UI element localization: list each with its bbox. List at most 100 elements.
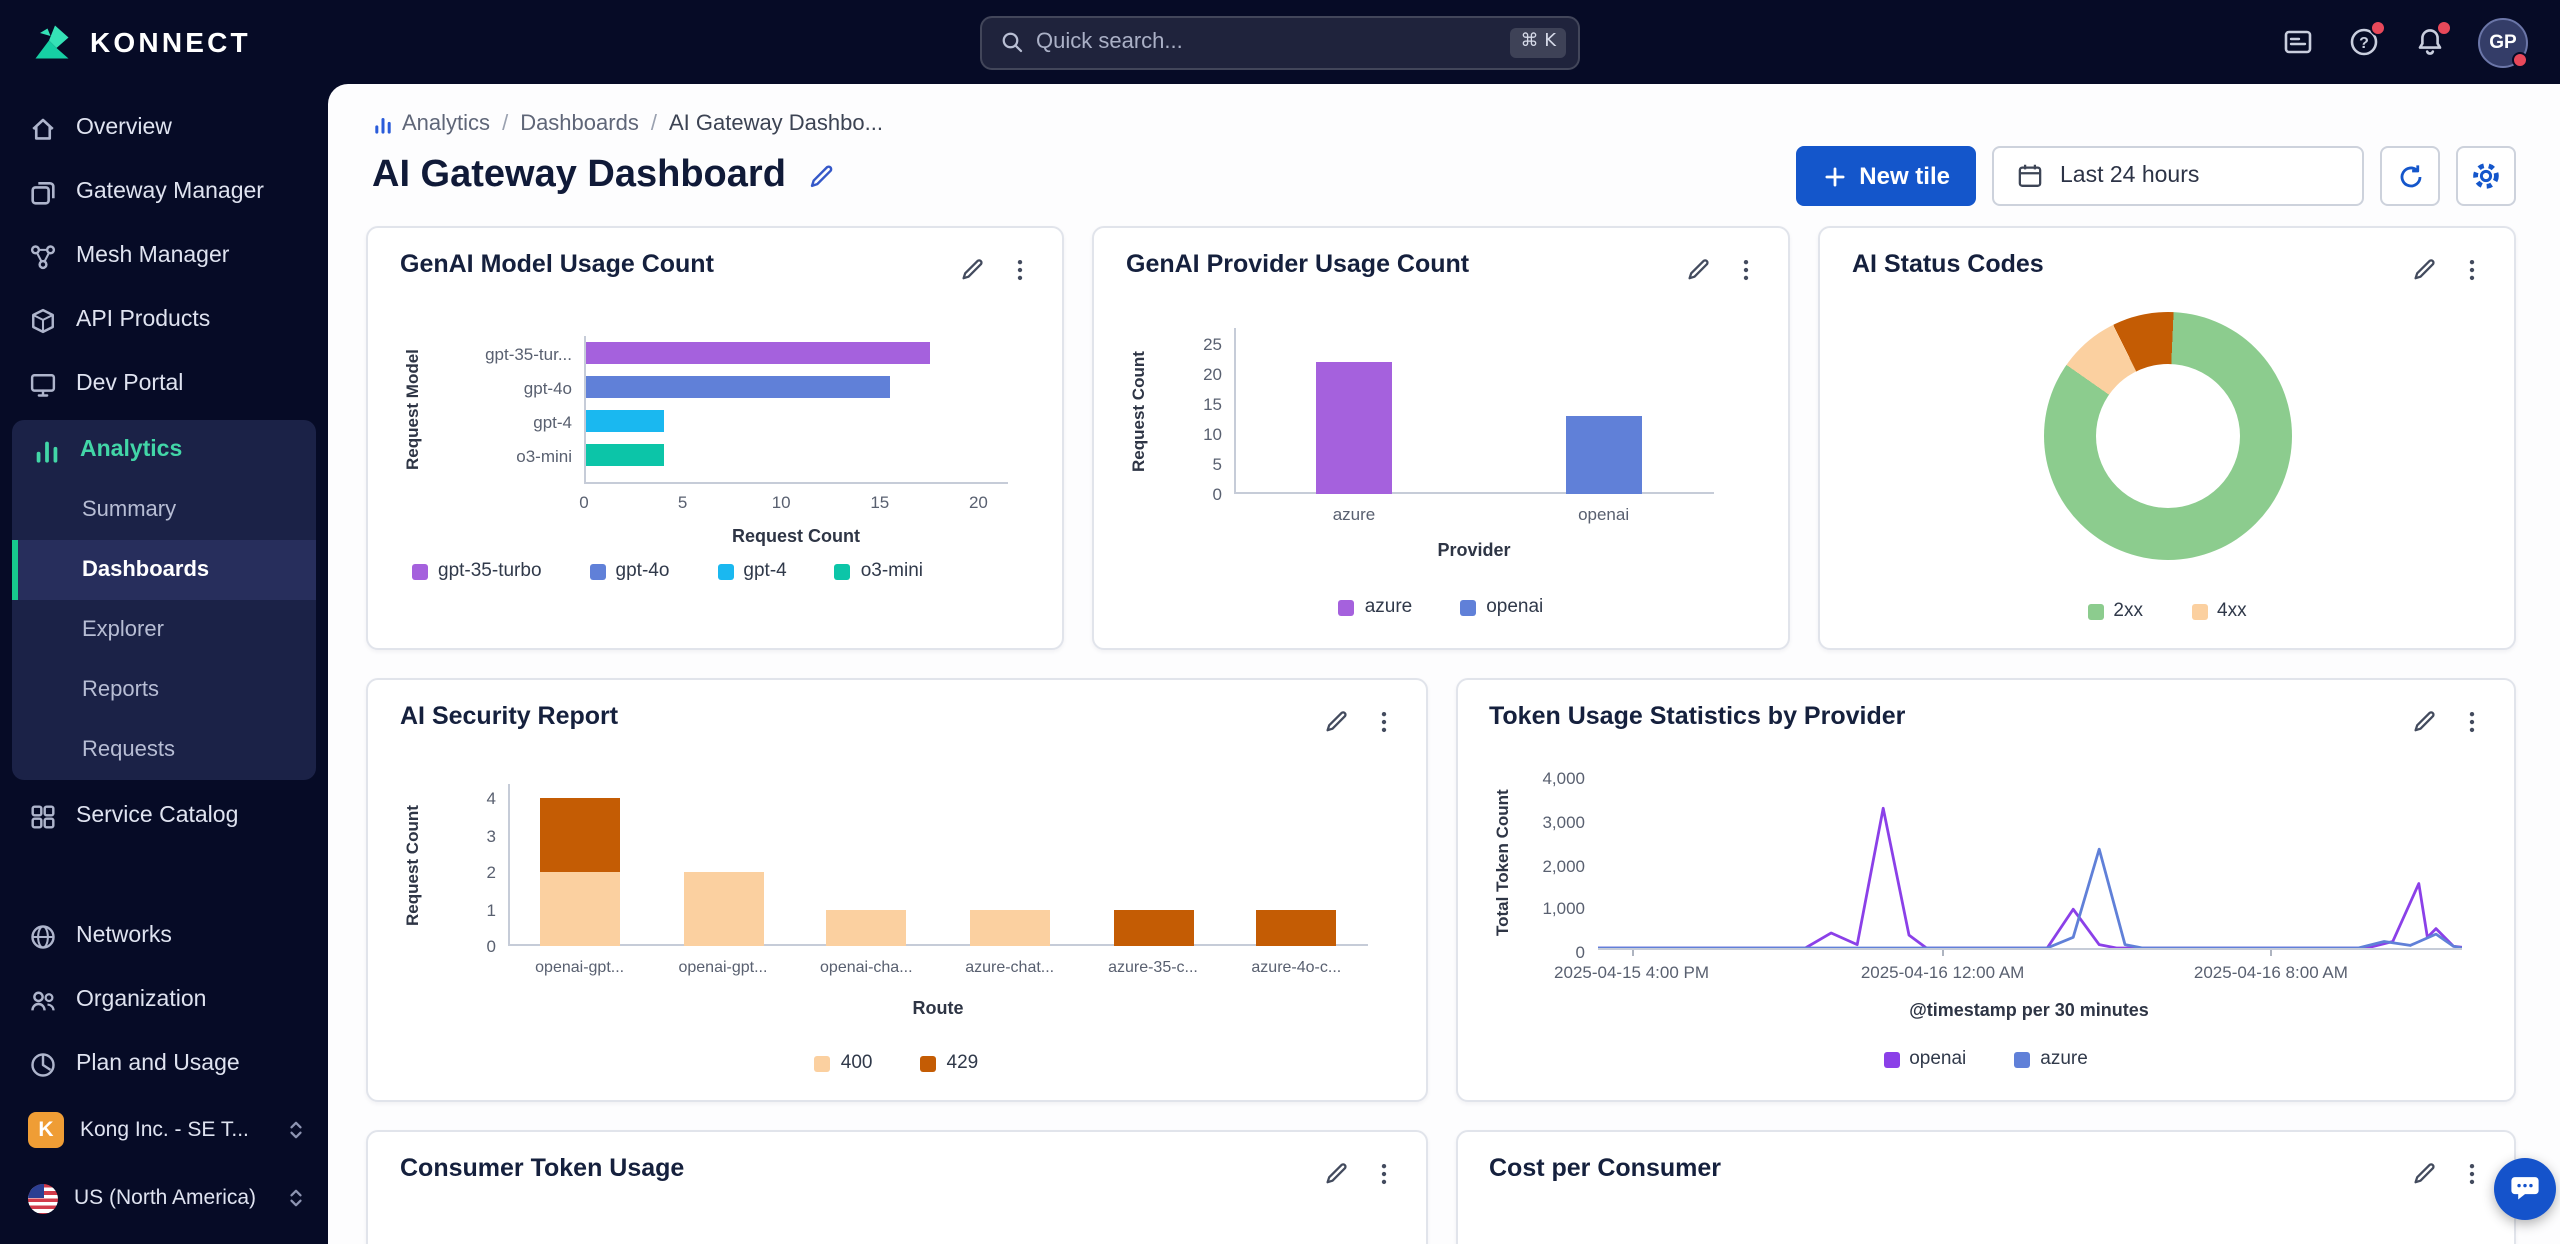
breadcrumb-analytics[interactable]: Analytics	[372, 112, 490, 136]
legend-item[interactable]: 2xx	[2087, 600, 2143, 622]
bar-gpt-4	[586, 410, 665, 432]
tile-title: AI Status Codes	[1852, 250, 2044, 278]
docs-icon[interactable]	[2280, 24, 2316, 60]
legend-item[interactable]: gpt-35-turbo	[412, 560, 542, 582]
edit-tile-icon[interactable]	[1313, 1154, 1357, 1194]
org-switcher[interactable]: K Kong Inc. - SE T...	[0, 1096, 328, 1164]
sidebar-item-overview[interactable]: Overview	[0, 96, 328, 160]
legend-item[interactable]: azure	[2014, 1048, 2088, 1070]
search-bar[interactable]: ⌘ K	[980, 15, 1580, 69]
sidebar-item-api-products[interactable]: API Products	[0, 288, 328, 352]
sidebar-item-gateway-manager[interactable]: Gateway Manager	[0, 160, 328, 224]
tile-header: GenAI Provider Usage Count	[1094, 228, 1788, 292]
kong-logo-icon	[35, 25, 69, 59]
category-label: openai-gpt...	[678, 958, 768, 976]
legend-item[interactable]: gpt-4	[717, 560, 787, 582]
sidebar-item-explorer[interactable]: Explorer	[12, 600, 316, 660]
stacked-bar-400	[683, 872, 763, 946]
sidebar-item-label: API Products	[76, 308, 211, 332]
user-avatar[interactable]: GP	[2478, 17, 2528, 67]
sidebar-item-mesh-manager[interactable]: Mesh Manager	[0, 224, 328, 288]
sidebar-item-dashboards[interactable]: Dashboards	[12, 540, 316, 600]
region-switcher[interactable]: US (North America)	[0, 1164, 328, 1232]
category-label: o3-mini	[516, 446, 572, 466]
refresh-button[interactable]	[2380, 146, 2440, 206]
tile-menu-kebab-icon[interactable]	[2450, 702, 2494, 742]
sidebar-item-label: Organization	[76, 988, 207, 1012]
notifications-icon[interactable]	[2412, 20, 2452, 60]
kong-konnect-logo[interactable]: KONNECT	[28, 18, 348, 66]
breadcrumb-dashboards[interactable]: Dashboards	[520, 112, 639, 136]
tile-menu-kebab-icon[interactable]	[1724, 250, 1768, 290]
tile-consumer-token-usage: Consumer Token Usage	[366, 1130, 1427, 1244]
edit-tile-icon[interactable]	[950, 250, 994, 290]
legend-item[interactable]: gpt-4o	[589, 560, 669, 582]
tile-actions	[1676, 250, 1768, 290]
tile-menu-kebab-icon[interactable]	[1361, 702, 1405, 742]
legend-item[interactable]: openai	[1460, 596, 1543, 618]
chat-widget-button[interactable]	[2494, 1158, 2556, 1220]
tile-menu-kebab-icon[interactable]	[998, 250, 1042, 290]
service-catalog-icon	[28, 801, 58, 831]
topbar-actions: ? GP	[2280, 17, 2528, 67]
sidebar-item-label: Analytics	[80, 438, 183, 462]
legend-item[interactable]: 429	[920, 1052, 978, 1074]
new-tile-button[interactable]: New tile	[1795, 146, 1976, 206]
stacked-bar-400	[826, 909, 907, 946]
legend-item[interactable]: o3-mini	[834, 560, 924, 582]
legend-label: openai	[1486, 596, 1544, 618]
tile-token-usage-statistics: Token Usage Statistics by Provider Total…	[1455, 678, 2516, 1102]
category-label: azure-4o-c...	[1251, 958, 1342, 976]
category-label: azure	[1332, 504, 1376, 524]
edit-tile-icon[interactable]	[2402, 702, 2446, 742]
svg-text:?: ?	[2359, 35, 2369, 52]
y-axis-title: Request Model	[402, 349, 422, 471]
sidebar-item-networks[interactable]: Networks	[0, 904, 328, 968]
tile-menu-kebab-icon[interactable]	[2450, 1154, 2494, 1194]
sidebar-item-requests[interactable]: Requests	[12, 720, 316, 780]
search-input[interactable]	[1036, 30, 1499, 54]
sidebar-item-summary[interactable]: Summary	[12, 480, 316, 540]
organization-icon	[28, 985, 58, 1015]
sidebar-item-reports[interactable]: Reports	[12, 660, 316, 720]
bar-gpt-35-turbo	[586, 342, 930, 364]
sidebar-item-dev-portal[interactable]: Dev Portal	[0, 352, 328, 416]
edit-title-icon[interactable]	[806, 161, 836, 191]
tile-menu-kebab-icon[interactable]	[1361, 1154, 1405, 1194]
home-icon	[28, 113, 58, 143]
sidebar: Overview Gateway Manager Mesh Manager AP…	[0, 84, 328, 1244]
legend-label: o3-mini	[860, 560, 924, 582]
y-axis-title: Request Count	[402, 804, 422, 926]
legend-item[interactable]: azure	[1338, 596, 1412, 618]
sidebar-subitem-label: Requests	[82, 738, 175, 762]
settings-button[interactable]	[2456, 146, 2516, 206]
plan-usage-icon	[28, 1049, 58, 1079]
y-tick-label: 15	[1203, 393, 1222, 414]
plot-area	[1597, 776, 2462, 950]
y-tick-label: 10	[1203, 423, 1222, 444]
dev-portal-icon	[28, 369, 58, 399]
legend-label: 2xx	[2113, 600, 2143, 622]
series-line-azure	[1597, 847, 2462, 950]
y-tick-label: 0	[1212, 484, 1222, 504]
edit-tile-icon[interactable]	[1676, 250, 1720, 290]
tile-actions	[1313, 1154, 1405, 1194]
chevron-updown-icon	[284, 1118, 308, 1142]
sidebar-item-analytics[interactable]: Analytics	[12, 420, 316, 480]
edit-tile-icon[interactable]	[1313, 702, 1357, 742]
edit-tile-icon[interactable]	[2402, 250, 2446, 290]
tile-menu-kebab-icon[interactable]	[2450, 250, 2494, 290]
tile-header: AI Security Report	[368, 680, 1425, 744]
time-range-selector[interactable]: Last 24 hours	[1992, 146, 2364, 206]
sidebar-item-plan-and-usage[interactable]: Plan and Usage	[0, 1032, 328, 1096]
sidebar-item-organization[interactable]: Organization	[0, 968, 328, 1032]
edit-tile-icon[interactable]	[2402, 1154, 2446, 1194]
legend-item[interactable]: 4xx	[2191, 600, 2247, 622]
legend-item[interactable]: 400	[814, 1052, 873, 1074]
tile-genai-provider-usage-count: GenAI Provider Usage Count Request Count…	[1092, 226, 1790, 650]
legend-item[interactable]: openai	[1883, 1048, 1966, 1070]
help-icon[interactable]: ?	[2346, 20, 2386, 60]
sidebar-item-service-catalog[interactable]: Service Catalog	[0, 784, 328, 848]
tile-cost-per-consumer: Cost per Consumer	[1455, 1130, 2516, 1244]
x-axis-title: Route	[912, 998, 964, 1018]
